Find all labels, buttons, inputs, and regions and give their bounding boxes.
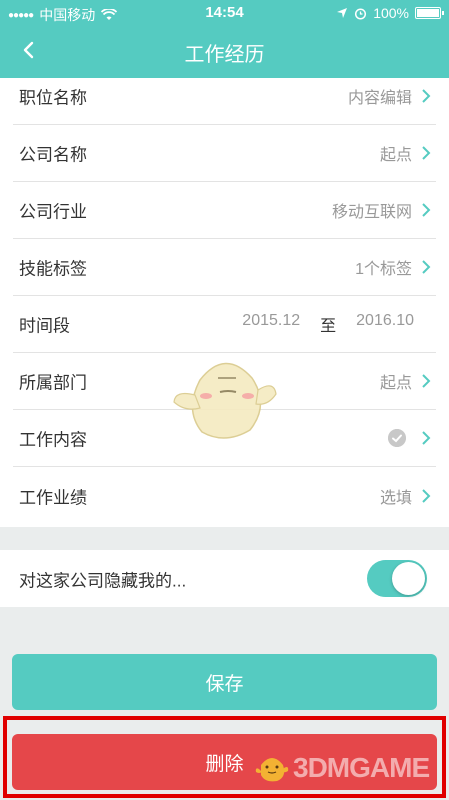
battery-icon: [415, 7, 444, 19]
chevron-right-icon: [422, 203, 431, 217]
row-value: 移动互联网: [331, 204, 412, 221]
row-value: 起点: [379, 147, 412, 164]
row-label: 工作内容: [19, 430, 87, 450]
status-bar: ●●●●● 中国移动 14:54 100%: [0, 0, 449, 26]
row-value: 选填: [379, 489, 412, 507]
checkmark-icon: [388, 429, 406, 447]
row-skill-tags[interactable]: 技能标签 1个标签: [13, 239, 436, 296]
row-label: 公司行业: [19, 202, 87, 222]
experience-form: 职位名称 内容编辑 公司名称 起点 公司行业 移动互联网 技能标签 1个标签 时…: [0, 78, 449, 527]
start-date[interactable]: 2015.12: [242, 312, 300, 336]
header: ●●●●● 中国移动 14:54 100% 工作经历: [0, 0, 449, 78]
save-button[interactable]: 保存: [12, 654, 437, 710]
chevron-right-icon: [422, 374, 431, 388]
row-label: 所属部门: [19, 373, 87, 393]
chevron-right-icon: [422, 89, 431, 103]
location-icon: [337, 8, 348, 18]
row-label: 职位名称: [19, 88, 87, 108]
row-value: 内容编辑: [347, 90, 412, 107]
toggle-knob: [392, 562, 425, 595]
row-industry[interactable]: 公司行业 移动互联网: [13, 182, 436, 239]
chevron-right-icon: [422, 488, 431, 503]
row-label: 技能标签: [19, 259, 87, 279]
row-company-name[interactable]: 公司名称 起点: [13, 125, 436, 182]
chevron-right-icon: [422, 431, 431, 445]
row-value: 1个标签: [355, 261, 412, 278]
battery-percent: 100%: [373, 5, 409, 21]
row-value: 起点: [379, 375, 412, 392]
chevron-right-icon: [422, 146, 431, 160]
watermark-logo: 3DMGAME: [255, 752, 430, 784]
chevron-right-icon: [422, 260, 431, 274]
watermark-text: 3DMGAME: [293, 752, 430, 783]
page-title: 工作经历: [184, 44, 265, 66]
mascot-watermark-icon: [173, 362, 277, 439]
row-job-title[interactable]: 职位名称 内容编辑: [13, 68, 436, 125]
row-label: 时间段: [19, 316, 70, 336]
hide-company-row: 对这家公司隐藏我的...: [0, 550, 449, 607]
row-label: 工作业绩: [19, 488, 87, 507]
row-time-period: 时间段 2015.12 至 2016.10: [13, 296, 436, 353]
hide-company-toggle[interactable]: [367, 560, 427, 597]
alarm-icon: [355, 7, 367, 20]
range-separator: 至: [320, 318, 337, 335]
end-date[interactable]: 2016.10: [356, 312, 414, 336]
mascot-logo-icon: [255, 758, 289, 782]
hide-company-label: 对这家公司隐藏我的...: [19, 571, 187, 590]
row-achievements[interactable]: 工作业绩 选填: [13, 467, 436, 524]
time-range: 2015.12 至 2016.10: [242, 312, 414, 336]
row-label: 公司名称: [19, 145, 87, 165]
